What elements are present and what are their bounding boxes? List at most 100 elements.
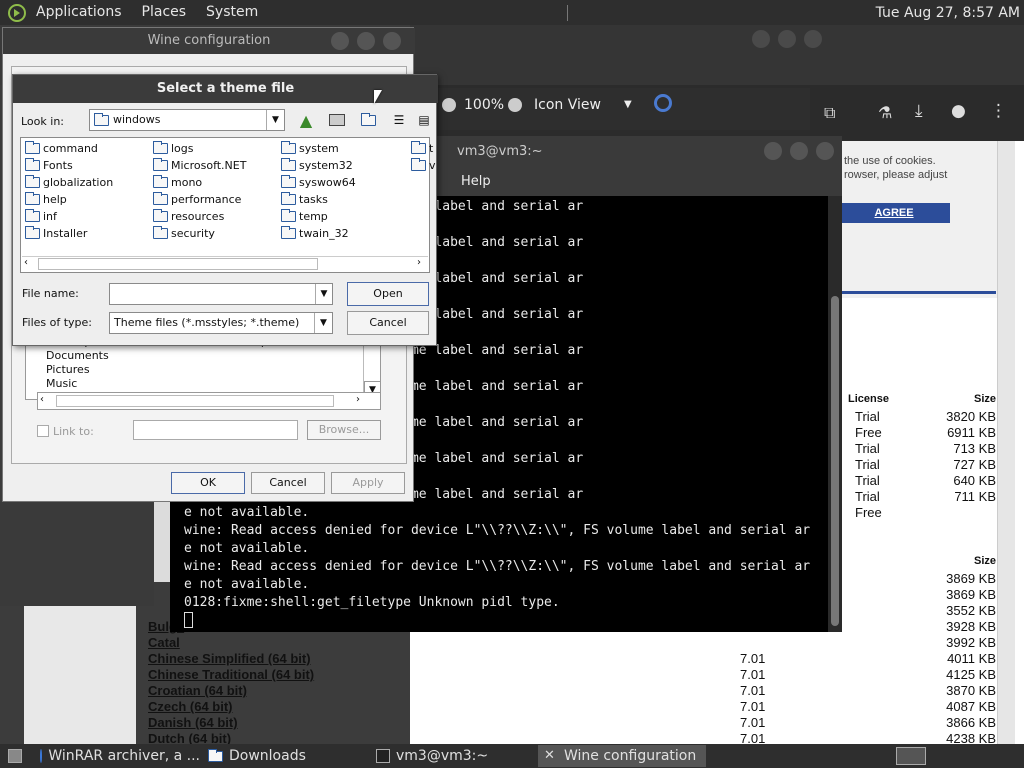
look-in-select[interactable]: windows ▼ bbox=[89, 109, 285, 131]
folders-hscrollbar[interactable]: ‹ › bbox=[37, 392, 381, 410]
workspace-switcher[interactable] bbox=[890, 745, 930, 767]
file-list-item[interactable]: mono bbox=[153, 175, 203, 189]
language-link[interactable]: Chinese Traditional (64 bit) bbox=[148, 667, 314, 682]
download-icon[interactable]: ⤓ bbox=[915, 101, 923, 121]
file-list-item[interactable]: command bbox=[25, 141, 98, 155]
file-list-item[interactable]: Microsoft.NET bbox=[153, 158, 246, 172]
maximize-icon[interactable] bbox=[778, 30, 796, 48]
wine-config-icon: ✕ bbox=[544, 748, 555, 763]
language-link[interactable]: Croatian (64 bit) bbox=[148, 683, 247, 698]
agree-button[interactable]: AGREE bbox=[838, 203, 950, 223]
chevron-right-icon[interactable]: › bbox=[356, 394, 360, 405]
scrollbar-thumb[interactable] bbox=[38, 258, 318, 270]
scrollbar-thumb[interactable] bbox=[831, 296, 839, 626]
file-name-input[interactable] bbox=[109, 283, 333, 305]
taskbar-item-winrar[interactable]: WinRAR archiver, a ... bbox=[34, 745, 200, 767]
system-menu[interactable]: System bbox=[196, 0, 268, 25]
language-link[interactable]: Czech (64 bit) bbox=[148, 699, 233, 714]
language-link[interactable]: Catal bbox=[148, 635, 180, 650]
applications-menu[interactable]: Applications bbox=[26, 0, 132, 25]
clock[interactable]: Tue Aug 27, 8:57 AM bbox=[876, 5, 1024, 21]
chevron-left-icon[interactable]: ‹ bbox=[40, 394, 44, 405]
file-list-item[interactable]: system bbox=[281, 141, 339, 155]
file-list-item[interactable]: inf bbox=[25, 209, 57, 223]
file-list-item[interactable]: Installer bbox=[25, 226, 87, 240]
menu-help[interactable]: Help bbox=[461, 174, 491, 189]
ok-button[interactable]: OK bbox=[171, 472, 245, 494]
scrollbar-thumb[interactable] bbox=[56, 395, 334, 407]
new-folder-icon[interactable] bbox=[357, 109, 379, 131]
file-list-item[interactable]: system32 bbox=[281, 158, 353, 172]
license-cell: Trial bbox=[855, 409, 880, 424]
chevron-down-icon[interactable]: ▼ bbox=[315, 284, 332, 304]
folder-icon bbox=[281, 209, 296, 222]
link-to-input[interactable] bbox=[133, 420, 298, 440]
distro-logo-icon[interactable] bbox=[8, 3, 26, 22]
chevron-down-icon[interactable]: ▼ bbox=[266, 110, 284, 130]
browser-scrollbar[interactable] bbox=[997, 141, 1015, 744]
places-menu[interactable]: Places bbox=[132, 0, 197, 25]
menu-icon[interactable]: ⋮ bbox=[990, 101, 1007, 121]
taskbar-item-wine-configuration[interactable]: ✕ Wine configuration bbox=[538, 745, 706, 767]
show-desktop-button[interactable] bbox=[2, 745, 24, 767]
flask-icon[interactable]: ⚗ bbox=[878, 103, 892, 122]
file-list-item[interactable]: syswow64 bbox=[281, 175, 356, 189]
file-list-item[interactable]: v bbox=[411, 158, 436, 172]
search-icon[interactable] bbox=[654, 94, 672, 112]
file-list-item[interactable]: security bbox=[153, 226, 215, 240]
taskbar-item-downloads[interactable]: Downloads bbox=[202, 745, 368, 767]
file-list-item[interactable]: resources bbox=[153, 209, 224, 223]
cancel-button[interactable]: Cancel bbox=[347, 311, 429, 335]
cancel-button[interactable]: Cancel bbox=[251, 472, 325, 494]
chevron-left-icon[interactable]: ‹ bbox=[24, 257, 28, 268]
file-list-item[interactable]: performance bbox=[153, 192, 241, 206]
folder-name[interactable]: Music bbox=[46, 377, 77, 390]
taskbar-item-terminal[interactable]: vm3@vm3:~ bbox=[370, 745, 536, 767]
browse-button[interactable]: Browse... bbox=[307, 420, 381, 440]
maximize-icon[interactable] bbox=[790, 142, 808, 160]
account-icon[interactable]: ● bbox=[951, 101, 966, 121]
file-list-item[interactable]: t bbox=[411, 141, 433, 155]
close-icon[interactable] bbox=[804, 30, 822, 48]
chevron-down-icon[interactable]: ▼ bbox=[624, 99, 632, 110]
folders-scrollbar[interactable]: ▼ bbox=[363, 341, 381, 399]
maximize-icon[interactable] bbox=[357, 32, 375, 50]
terminal-scrollbar[interactable] bbox=[828, 196, 842, 632]
minimize-icon[interactable] bbox=[331, 32, 349, 50]
terminal-line: e not available. bbox=[184, 541, 310, 556]
file-list-item[interactable]: Fonts bbox=[25, 158, 73, 172]
folder-name[interactable]: Documents bbox=[46, 349, 109, 362]
up-folder-icon[interactable]: ▲ bbox=[295, 109, 317, 131]
file-list-item[interactable]: tasks bbox=[281, 192, 328, 206]
close-icon[interactable] bbox=[383, 32, 401, 50]
file-name: mono bbox=[171, 176, 203, 189]
file-list[interactable]: command Fonts globalization help inf Installe… bbox=[20, 137, 436, 273]
size-header: Size bbox=[973, 555, 996, 567]
file-list-item[interactable]: twain_32 bbox=[281, 226, 349, 240]
language-link[interactable]: Chinese Simplified (64 bit) bbox=[148, 651, 311, 666]
file-list-hscrollbar[interactable]: ‹ › bbox=[22, 256, 428, 271]
list-view-icon[interactable]: ☰ bbox=[388, 109, 410, 131]
file-list-item[interactable]: help bbox=[25, 192, 67, 206]
open-button[interactable]: Open bbox=[347, 282, 429, 306]
minimize-icon[interactable] bbox=[764, 142, 782, 160]
file-list-item[interactable]: globalization bbox=[25, 175, 113, 189]
folder-name[interactable]: Pictures bbox=[46, 363, 90, 376]
language-link[interactable]: Danish (64 bit) bbox=[148, 715, 238, 730]
desktop-icon[interactable] bbox=[326, 109, 348, 131]
zoom-out-icon[interactable] bbox=[442, 98, 456, 112]
close-icon[interactable] bbox=[816, 142, 834, 160]
link-to-checkbox[interactable] bbox=[37, 425, 49, 437]
file-list-item[interactable]: temp bbox=[281, 209, 328, 223]
file-list-item[interactable]: logs bbox=[153, 141, 194, 155]
extensions-icon[interactable]: ⧉ bbox=[824, 103, 835, 123]
files-of-type-select[interactable]: Theme files (*.msstyles; *.theme) ▼ bbox=[109, 312, 333, 334]
view-mode-select[interactable]: Icon View bbox=[534, 97, 601, 113]
apply-button[interactable]: Apply bbox=[331, 472, 405, 494]
chevron-right-icon[interactable]: › bbox=[417, 257, 421, 268]
zoom-in-icon[interactable] bbox=[508, 98, 522, 112]
chevron-down-icon[interactable]: ▼ bbox=[314, 313, 332, 333]
terminal-line: e not available. bbox=[184, 577, 310, 592]
details-view-icon[interactable]: ▤ bbox=[413, 109, 435, 131]
minimize-icon[interactable] bbox=[752, 30, 770, 48]
